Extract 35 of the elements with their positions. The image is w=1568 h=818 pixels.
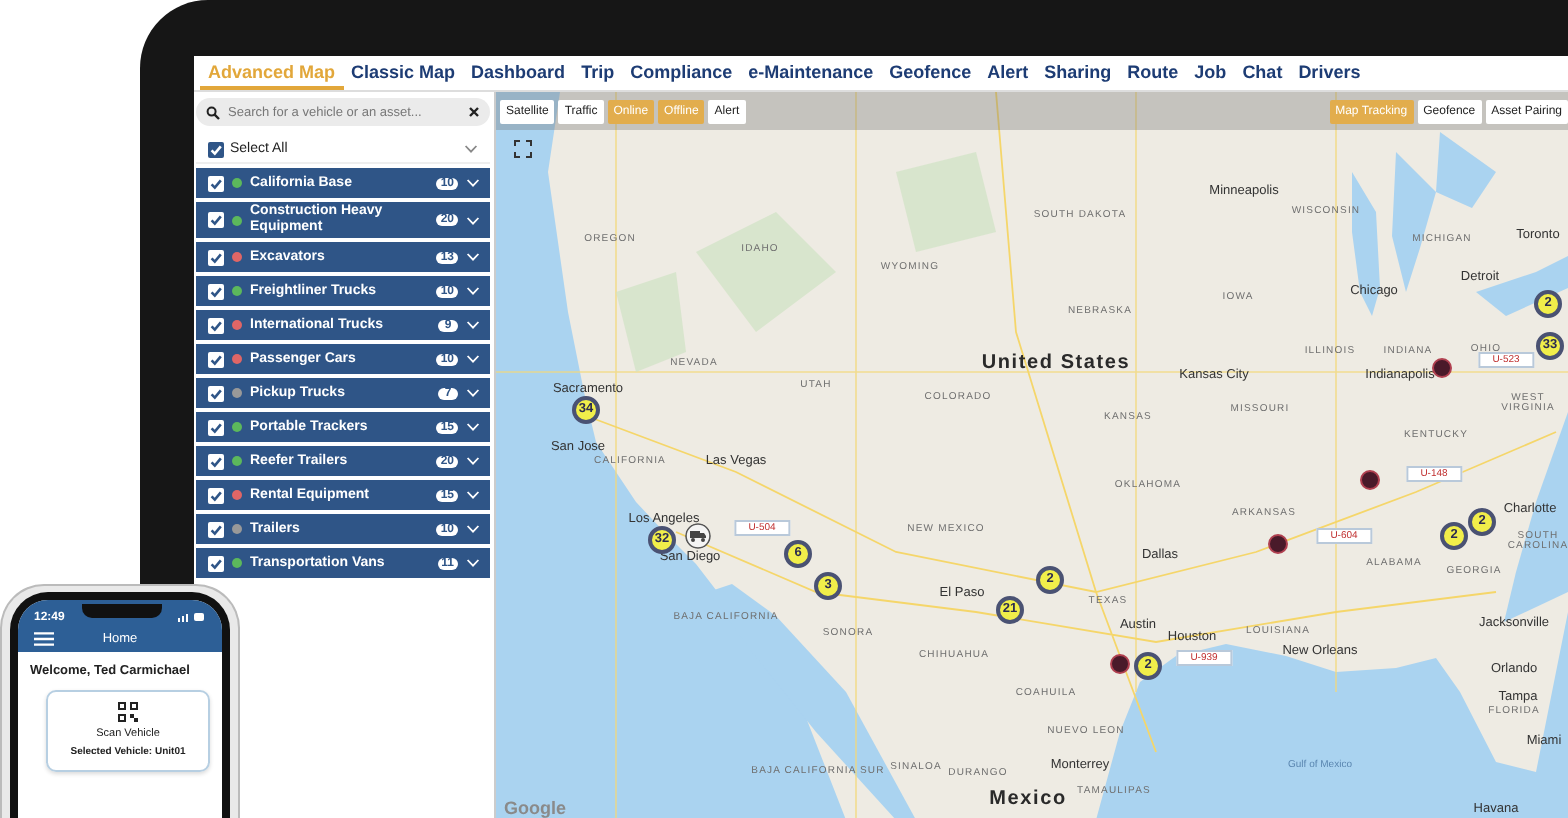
nav-tab[interactable]: Chat [1234, 56, 1291, 90]
checkbox[interactable] [208, 249, 224, 265]
nav-tab[interactable]: Geofence [881, 56, 980, 90]
checkbox[interactable] [208, 453, 224, 469]
chevron-down-icon[interactable] [464, 144, 478, 154]
map-attribution: Google [504, 798, 566, 818]
nav-tab[interactable]: Trip [573, 56, 623, 90]
status-icons [177, 612, 206, 622]
checkbox[interactable] [208, 419, 224, 435]
checkbox[interactable] [208, 487, 224, 503]
checkbox[interactable] [208, 555, 224, 571]
phone-notch [81, 604, 162, 618]
checkbox[interactable] [208, 283, 224, 299]
checkbox[interactable] [208, 521, 224, 537]
search-icon [206, 105, 220, 119]
checkbox[interactable] [208, 317, 224, 333]
nav-tab[interactable]: Sharing [1036, 56, 1120, 90]
nav-tab[interactable]: Job [1186, 56, 1235, 90]
truck-marker-icon[interactable] [685, 523, 711, 549]
checkbox[interactable] [208, 351, 224, 367]
nav-tab[interactable]: Drivers [1290, 56, 1369, 90]
qr-code-icon [118, 702, 138, 722]
nav-tab[interactable]: Dashboard [463, 56, 574, 90]
nav-tab[interactable]: Classic Map [343, 56, 464, 90]
nav-tab[interactable]: Compliance [622, 56, 741, 90]
nav-tab[interactable]: Route [1119, 56, 1187, 90]
menu-icon[interactable] [34, 632, 54, 646]
fullscreen-icon[interactable] [514, 140, 532, 158]
checkbox[interactable] [208, 385, 224, 401]
close-icon[interactable] [468, 106, 480, 118]
country-label: Mexico [989, 790, 1067, 810]
checkbox[interactable] [208, 212, 224, 228]
nav-tab[interactable]: Alert [979, 56, 1037, 90]
nav-tab[interactable]: e-Maintenance [740, 56, 882, 90]
checkbox[interactable] [208, 175, 224, 191]
